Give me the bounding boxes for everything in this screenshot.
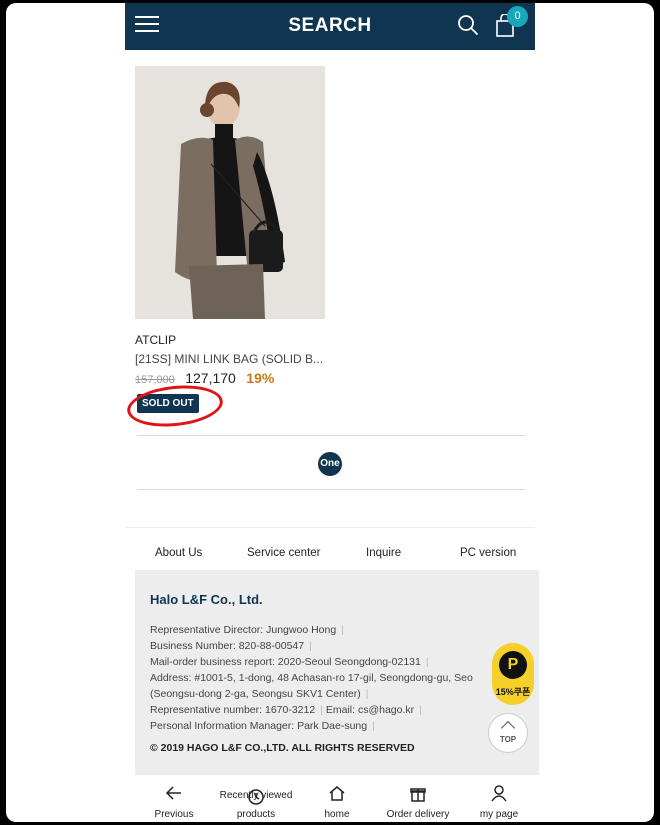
- user-icon: [491, 785, 507, 802]
- coupon-button[interactable]: P 15%쿠폰: [492, 643, 534, 705]
- nav-label: home: [324, 809, 350, 820]
- original-price: 157,000: [135, 374, 175, 386]
- info-line: Business Number: 820-88-00547 |: [150, 640, 312, 652]
- info-line: Mail-order business report: 2020-Seoul S…: [150, 656, 429, 668]
- divider: [137, 435, 525, 436]
- pagination-current-page[interactable]: One: [318, 452, 342, 476]
- nav-label: products: [236, 809, 276, 820]
- company-name: Halo L&F Co., Ltd.: [150, 592, 263, 607]
- bottom-nav: Previous Recently viewed products home O…: [125, 775, 535, 822]
- nav-order-delivery[interactable]: Order delivery: [377, 775, 459, 822]
- product-name[interactable]: [21SS] MINI LINK BAG (SOLID B...: [135, 352, 323, 366]
- footer-link-service-center[interactable]: Service center: [247, 547, 321, 559]
- red-annotation-circle: [125, 381, 225, 431]
- nav-label: Recently viewed: [219, 790, 293, 801]
- info-line: Representative Director: Jungwoo Hong |: [150, 624, 344, 636]
- sale-price: 127,170: [185, 370, 236, 386]
- top-header: SEARCH 0: [125, 3, 535, 50]
- product-brand[interactable]: ATCLIP: [135, 333, 176, 347]
- footer-link-pc-version[interactable]: PC version: [460, 547, 516, 559]
- nav-my-page[interactable]: my page: [458, 775, 540, 822]
- point-icon: P: [499, 651, 527, 679]
- scroll-top-button[interactable]: TOP: [488, 713, 528, 753]
- home-icon: [329, 786, 345, 801]
- copyright: © 2019 HAGO L&F CO.,LTD. ALL RIGHTS RESE…: [150, 742, 415, 754]
- discount-rate: 19%: [246, 370, 275, 386]
- nav-label: Order delivery: [386, 809, 450, 820]
- info-line: (Seongsu-dong 2-ga, Seongsu SKV1 Center)…: [150, 688, 369, 700]
- info-line: Address: #1001-5, 1-dong, 48 Achasan-ro …: [150, 672, 473, 684]
- search-icon[interactable]: [457, 14, 479, 36]
- footer-link-about-us[interactable]: About Us: [155, 547, 202, 559]
- gift-box-icon: [410, 788, 426, 802]
- nav-recently-viewed[interactable]: Recently viewed products: [215, 775, 297, 822]
- divider: [137, 489, 525, 490]
- nav-previous[interactable]: Previous: [133, 775, 215, 822]
- info-line: Personal Information Manager: Park Dae-s…: [150, 720, 375, 732]
- arrow-left-icon: [165, 786, 181, 800]
- chevron-up-icon: [500, 720, 516, 736]
- nav-home[interactable]: home: [296, 775, 378, 822]
- info-line: Representative number: 1670-3212 | Email:…: [150, 704, 422, 716]
- cart-count-badge: 0: [507, 6, 528, 27]
- footer-links: About Us Service center Inquire PC versi…: [125, 527, 535, 569]
- company-info: Halo L&F Co., Ltd. Representative Direct…: [135, 570, 539, 775]
- mobile-app: SEARCH 0 ATCLIP [21SS] MINI LINK BAG (SO…: [125, 3, 539, 822]
- coupon-label: 15%쿠폰: [495, 687, 531, 697]
- footer-link-inquire[interactable]: Inquire: [366, 547, 401, 559]
- nav-label: Previous: [154, 809, 194, 820]
- product-image[interactable]: [135, 66, 325, 319]
- top-label: TOP: [499, 735, 517, 744]
- price-row: 157,000 127,170 19%: [135, 370, 274, 388]
- nav-label: my page: [479, 809, 519, 820]
- device-frame: SEARCH 0 ATCLIP [21SS] MINI LINK BAG (SO…: [6, 3, 654, 822]
